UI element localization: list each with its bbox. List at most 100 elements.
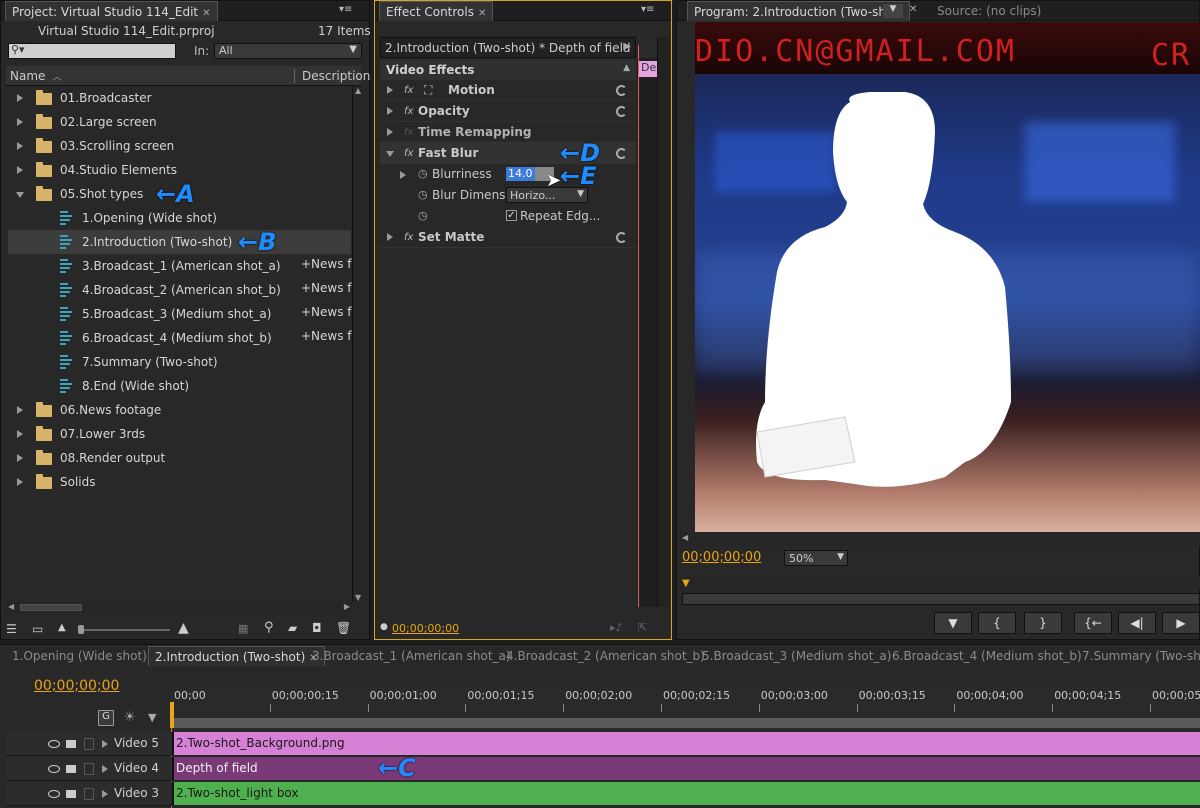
effect-vscrollbar[interactable] [657, 37, 669, 607]
playhead-line[interactable] [638, 45, 639, 607]
track-header[interactable]: Video 3 [6, 782, 172, 806]
expand-arrow-icon[interactable] [387, 233, 393, 241]
scroll-down-arrow-icon[interactable]: ▼ [355, 593, 361, 602]
track-header[interactable]: Video 5 [6, 732, 172, 756]
timeline-clip[interactable]: Depth of field [172, 757, 1200, 780]
reset-icon[interactable] [616, 85, 627, 96]
bin-item[interactable]: Solids [8, 470, 351, 494]
timeline-tab[interactable]: 5.Broadcast_3 (Medium shot_a) [696, 646, 897, 666]
add-marker-button[interactable]: ▼ [934, 612, 972, 634]
tab-project[interactable]: Project: Virtual Studio 114_Edit ✕ [5, 1, 218, 21]
sequence-item[interactable]: 6.Broadcast_4 (Medium shot_b) +News fo [8, 326, 359, 350]
collapse-arrow-icon[interactable] [16, 192, 24, 198]
timeline-tab[interactable]: 7.Summary (Two-shot) [1076, 646, 1200, 666]
expand-arrow-icon[interactable] [17, 94, 23, 102]
sequence-item[interactable]: 5.Broadcast_3 (Medium shot_a) +News fo [8, 302, 359, 326]
project-vscrollbar[interactable]: ▲ ▼ [352, 86, 363, 602]
automate-to-sequence-icon[interactable]: ▦ [238, 622, 248, 635]
expand-arrow-icon[interactable] [102, 740, 108, 748]
mini-clip[interactable]: De [639, 61, 657, 77]
transform-icon[interactable]: ⛶ [424, 80, 432, 101]
lock-box-icon[interactable] [84, 763, 94, 775]
effect-timecode[interactable]: 00;00;00;00 [392, 622, 459, 635]
timeline-tab[interactable]: 6.Broadcast_4 (Medium shot_b) [886, 646, 1088, 666]
fx-icon[interactable]: fx [404, 143, 413, 164]
effect-row[interactable]: fx Set Matte [380, 227, 636, 248]
bin-item[interactable]: 02.Large screen [8, 110, 351, 134]
collapse-arrow-icon[interactable] [386, 151, 394, 157]
expand-arrow-icon[interactable] [17, 406, 23, 414]
bin-item[interactable]: 07.Lower 3rds [8, 422, 351, 446]
bin-item[interactable]: 01.Broadcaster [8, 86, 351, 110]
film-icon[interactable] [66, 790, 76, 798]
sequence-item[interactable]: 4.Broadcast_2 (American shot_b) +News fo [8, 278, 359, 302]
timeline-playhead[interactable] [170, 702, 174, 728]
fx-icon[interactable]: fx [404, 122, 413, 143]
timeline-clip[interactable]: 2.Two-shot_Background.png [172, 732, 1200, 755]
expand-arrow-icon[interactable] [17, 454, 23, 462]
film-icon[interactable] [66, 765, 76, 773]
timeline-clip[interactable]: 2.Two-shot_light box [172, 782, 1200, 805]
program-hscrollbar[interactable]: ◀ [680, 532, 1200, 546]
search-input[interactable]: ⚲▾ [8, 43, 176, 59]
film-icon[interactable] [66, 740, 76, 748]
panel-menu-icon[interactable]: ▾≡ [339, 5, 352, 15]
zoom-slider-thumb[interactable] [78, 625, 84, 634]
expand-arrow-icon[interactable] [17, 142, 23, 150]
snap-icon[interactable]: G [98, 710, 114, 726]
scroll-left-arrow-icon[interactable]: ◀ [8, 602, 14, 611]
timeline-tab[interactable]: 3.Broadcast_1 (American shot_a) [306, 646, 517, 666]
eye-icon[interactable] [48, 740, 60, 748]
in-dropdown[interactable]: All ▼ [214, 43, 362, 59]
expand-arrow-icon[interactable] [400, 171, 406, 179]
timeline-work-area-bar[interactable] [172, 718, 1200, 728]
scroll-right-arrow-icon[interactable]: ▶ [344, 602, 350, 611]
play-button[interactable]: ▶ [1162, 612, 1200, 634]
program-zoom-bar[interactable] [682, 593, 1200, 605]
effect-row[interactable]: fx ⛶ Motion [380, 80, 636, 101]
eye-icon[interactable] [48, 790, 60, 798]
description-column-header[interactable]: Description [302, 69, 370, 83]
go-to-in-button[interactable]: {← [1074, 612, 1112, 634]
sequence-item[interactable]: 7.Summary (Two-shot) [8, 350, 351, 374]
expand-arrow-icon[interactable] [17, 478, 23, 486]
project-hscrollbar[interactable]: ◀ ▶ [6, 602, 352, 613]
panel-menu-icon[interactable]: ▾≡ [641, 5, 654, 15]
track-header[interactable]: Video 4 [6, 757, 172, 781]
expand-arrow-icon[interactable] [387, 86, 393, 94]
close-icon[interactable]: ✕ [202, 8, 210, 19]
hscroll-thumb[interactable] [20, 604, 82, 611]
name-column-header[interactable]: Name [10, 69, 45, 83]
find-icon[interactable]: ⚲ [264, 620, 274, 635]
sequence-item[interactable]: 8.End (Wide shot) [8, 374, 351, 398]
export-icon[interactable]: ⇱ [638, 621, 647, 634]
tab-source[interactable]: Source: (no clips) [931, 1, 1047, 21]
eye-icon[interactable] [48, 765, 60, 773]
program-timecode[interactable]: 00;00;00;00 [682, 550, 761, 565]
step-back-button[interactable]: ◀| [1118, 612, 1156, 634]
mark-in-button[interactable]: { [978, 612, 1016, 634]
bin-item[interactable]: 06.News footage [8, 398, 351, 422]
icon-view-icon[interactable]: ▭ [32, 622, 43, 636]
zoom-out-icon[interactable]: ▲ [58, 622, 66, 633]
program-menu-icon[interactable]: ▼ [883, 4, 903, 18]
zoom-in-icon[interactable]: ▲ [178, 620, 189, 636]
trash-icon[interactable]: 🗑 [336, 621, 351, 635]
scroll-up-arrow-icon[interactable]: ▲ [355, 86, 361, 95]
sequence-item[interactable]: 2.Introduction (Two-shot) [8, 230, 351, 254]
stopwatch-icon[interactable]: ◷ [418, 167, 428, 180]
list-view-icon[interactable]: ☰ [6, 622, 17, 636]
expand-arrow-icon[interactable] [102, 765, 108, 773]
timeline-tab[interactable]: 1.Opening (Wide shot) [6, 646, 153, 666]
tab-program[interactable]: Program: 2.Introduction (Two-shot) [687, 1, 910, 21]
bin-item[interactable]: 04.Studio Elements [8, 158, 351, 182]
expand-arrow-icon[interactable] [17, 166, 23, 174]
program-close-icon[interactable]: ✕ [909, 4, 917, 15]
sequence-item[interactable]: 1.Opening (Wide shot) [8, 206, 351, 230]
expand-arrow-icon[interactable] [17, 430, 23, 438]
lightbulb-icon[interactable]: ☀ [124, 710, 136, 725]
play-right-arrow-icon[interactable]: ▶ [623, 41, 631, 52]
timeline-timecode[interactable]: 00;00;00;00 [34, 678, 119, 694]
effect-row[interactable]: fx Opacity [380, 101, 636, 122]
playhead-marker-icon[interactable]: ▼ [682, 578, 690, 589]
